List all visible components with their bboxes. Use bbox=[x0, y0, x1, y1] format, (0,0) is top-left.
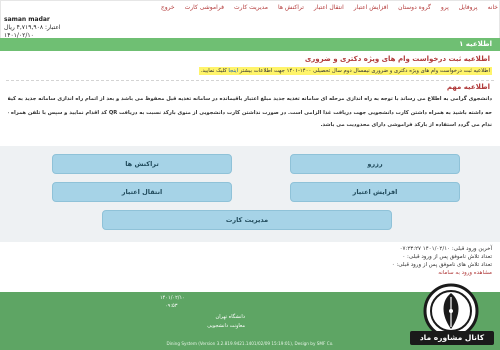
user-name: saman madar bbox=[4, 16, 50, 23]
section-header: اطلاعیه ۱ bbox=[0, 38, 500, 51]
important-title: اطلاعیه مهم bbox=[446, 83, 490, 91]
manage-card-button[interactable]: مدیریت کارت bbox=[102, 210, 392, 230]
highlight-tail: کلیک نمایید. bbox=[200, 68, 227, 74]
footer-university[interactable]: دانشگاه تهران bbox=[216, 314, 245, 320]
nav-item-friends[interactable]: گروه دوستان bbox=[398, 4, 431, 16]
highlight-notice: اطلاعیه ثبت درخواست وام های ویژه دکتری و… bbox=[198, 67, 492, 75]
notice-line-3: ندام می گردد استفاده از بارکد فراموشی دا… bbox=[320, 122, 492, 128]
login-history-link[interactable]: مشاهده ورود به سامانه bbox=[438, 270, 492, 276]
nav-item-card-manage[interactable]: مدیریت کارت bbox=[234, 4, 268, 16]
transfer-credit-button[interactable]: انتقال اعتبار bbox=[52, 182, 232, 202]
highlight-text: اطلاعیه ثبت درخواست وام های ویژه دکتری و… bbox=[239, 68, 490, 74]
nav-item-forgot-card[interactable]: فراموشی کارت bbox=[185, 4, 224, 16]
failed-attempts: تعداد تلاش ناموفق پس از ورود قبلی: ۰ bbox=[402, 254, 492, 260]
footer-deputy[interactable]: معاونت دانشجویی bbox=[207, 323, 245, 329]
nav-item-reserve[interactable]: پرو bbox=[441, 4, 449, 16]
nav-item-home[interactable]: خانه bbox=[488, 4, 498, 16]
nav-item-profile[interactable]: پروفایل bbox=[459, 4, 478, 16]
reserve-button[interactable]: رزرو bbox=[290, 154, 460, 174]
user-info: saman madar اعتبار: ۴,۷۱۹,۹۰۸ ریال ۱۴۰۱/… bbox=[4, 16, 94, 40]
notice-line-2: حه داشته باشید به همراه داشتن کارت دانشج… bbox=[8, 110, 492, 116]
failed-attempts-2: تعداد تلاش های ناموفق پس از ورود قبلی: ۰ bbox=[391, 262, 492, 268]
watermark-text: کانال مشاوره ماد bbox=[410, 331, 494, 345]
add-credit-button[interactable]: افزایش اعتبار bbox=[290, 182, 460, 202]
footer-time: ۰۹:۵۳ bbox=[165, 303, 178, 309]
notice-line-1: دانشجوی گرامی به اطلاع می رساند با توجه … bbox=[8, 96, 492, 102]
top-nav: خانه پروفایل پرو گروه دوستان افزایش اعتب… bbox=[130, 4, 498, 16]
footer-date: ۱۴۰۱/۰۲/۱۰ bbox=[160, 295, 185, 301]
notice-title: اطلاعیه ثبت درخواست وام های ویژه دکتری و… bbox=[304, 55, 490, 63]
nav-item-transfer[interactable]: انتقال اعتبار bbox=[314, 4, 344, 16]
divider bbox=[6, 80, 494, 81]
highlight-link[interactable]: اینجا bbox=[228, 68, 238, 74]
action-area: رزرو تراکنش ها افزایش اعتبار انتقال اعتب… bbox=[0, 146, 500, 242]
section-title: اطلاعیه ۱ bbox=[459, 40, 492, 48]
nav-item-logout[interactable]: خروج bbox=[161, 4, 175, 16]
user-credit: اعتبار: ۴,۷۱۹,۹۰۸ ریال bbox=[4, 24, 61, 31]
nav-item-transactions[interactable]: تراکنش ها bbox=[278, 4, 304, 16]
nav-item-add-credit[interactable]: افزایش اعتبار bbox=[354, 4, 388, 16]
last-login: آخرین ورود قبلی: ۱۴۰۱/۰۲/۱۰ ۰۷:۲۳:۲۷ bbox=[399, 246, 492, 252]
notice-panel: اطلاعیه ثبت درخواست وام های ویژه دکتری و… bbox=[0, 51, 500, 146]
transactions-button[interactable]: تراکنش ها bbox=[52, 154, 232, 174]
